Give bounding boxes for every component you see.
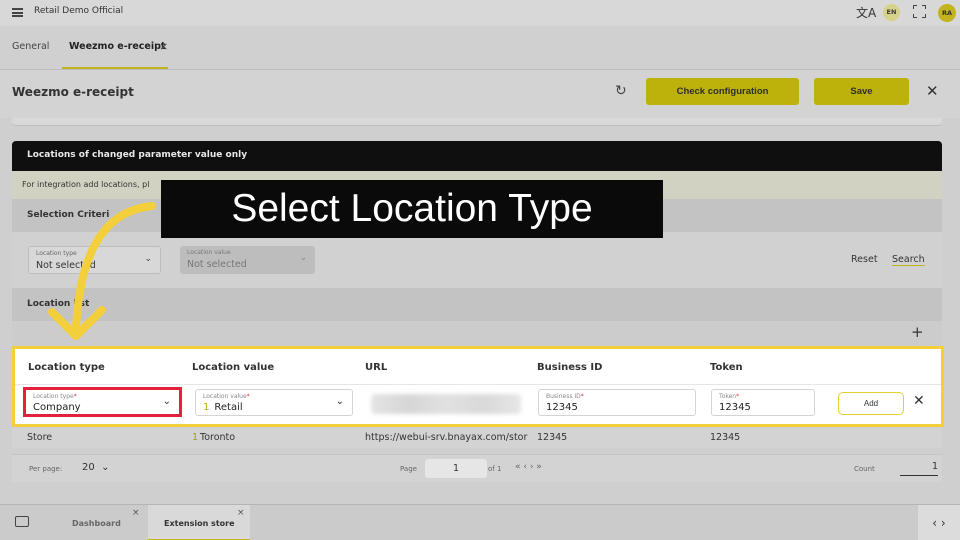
bottom-tab-dashboard[interactable]: Dashboard ×: [50, 505, 148, 540]
close-icon[interactable]: ✕: [913, 393, 925, 409]
tooltip-banner: Select Location Type: [161, 180, 663, 238]
location-list-header: Location list: [12, 288, 942, 321]
add-button[interactable]: Add: [838, 392, 904, 415]
divider: [15, 384, 941, 385]
filter-location-type[interactable]: Location type Not selected ⌄: [28, 246, 161, 274]
close-icon[interactable]: ×: [132, 508, 140, 518]
url-input-blurred[interactable]: [371, 394, 521, 414]
page-header: Weezmo e-receipt ↻ Check configuration S…: [0, 70, 960, 118]
section-header: Locations of changed parameter value onl…: [12, 141, 942, 171]
token-value: 12345: [719, 402, 751, 413]
filter-value-value: Not selected: [187, 259, 247, 270]
selection-criteria-label: Selection Criteri: [27, 210, 110, 220]
list-toolbar: [12, 321, 942, 346]
language-badge[interactable]: EN: [883, 4, 900, 21]
count-label: Count: [854, 465, 875, 473]
location-type-field-label: Location type*: [33, 393, 77, 400]
check-configuration-button[interactable]: Check configuration: [646, 78, 799, 105]
token-input[interactable]: Token* 12345: [711, 389, 815, 416]
refresh-icon[interactable]: ↻: [615, 83, 627, 99]
row-url: https://webui-srv.bnayax.com/stor: [365, 432, 528, 443]
pager-nav-icons[interactable]: « ‹ › »: [515, 462, 542, 472]
col-url: URL: [365, 362, 388, 373]
windows-icon[interactable]: [15, 516, 29, 527]
chevron-down-icon: ⌄: [144, 254, 152, 264]
tab-weezmo-e-receipt[interactable]: Weezmo e-receipt: [69, 41, 165, 52]
tab-close-icon[interactable]: ×: [159, 40, 168, 53]
bottom-tab-bar: Dashboard × Extension store × ‹ ›: [0, 504, 960, 540]
filter-location-value[interactable]: Location value Not selected ⌄: [180, 246, 315, 274]
business-id-value: 12345: [546, 402, 578, 413]
pagination: Per page: 20 ⌄ Page 1 of 1 « ‹ › » Count…: [12, 454, 942, 482]
menu-icon[interactable]: [12, 8, 23, 17]
chevron-down-icon: ⌄: [162, 396, 171, 407]
per-page-label: Per page:: [29, 465, 63, 473]
row-value-num: 1: [192, 432, 199, 443]
bottom-tab-extension-store[interactable]: Extension store ×: [148, 505, 250, 540]
chevron-down-icon: ⌄: [299, 253, 307, 263]
per-page-select[interactable]: 20 ⌄: [82, 462, 109, 473]
top-bar: Retail Demo Official 文A EN RA: [0, 0, 960, 26]
section-header-text: Locations of changed parameter value onl…: [27, 150, 248, 160]
row-type: Store: [27, 432, 53, 443]
card-edge: [12, 118, 942, 126]
page-label: Page: [400, 465, 417, 473]
avatar[interactable]: RA: [938, 4, 956, 22]
token-field-label: Token*: [719, 393, 740, 400]
translate-icon[interactable]: 文A: [856, 4, 876, 21]
page-title: Weezmo e-receipt: [12, 85, 134, 99]
add-icon[interactable]: +: [911, 323, 924, 341]
active-tab-indicator: [62, 67, 168, 69]
location-value-value: 1 Retail: [203, 402, 243, 413]
save-button[interactable]: Save: [814, 78, 909, 105]
location-value-select[interactable]: Location value* 1 Retail ⌄: [195, 389, 353, 416]
tab-scroll-arrows[interactable]: ‹ ›: [918, 505, 960, 540]
col-business-id: Business ID: [537, 362, 603, 373]
app-title: Retail Demo Official: [34, 6, 124, 16]
search-link[interactable]: Search: [892, 254, 925, 266]
info-text: For integration add locations, pl: [22, 180, 150, 189]
reset-link[interactable]: Reset: [851, 254, 878, 265]
filter-type-value: Not selected: [36, 260, 96, 271]
col-location-value: Location value: [192, 362, 275, 373]
location-type-select[interactable]: Location type* Company ⌄: [23, 387, 182, 417]
tab-general[interactable]: General: [12, 41, 49, 52]
business-id-field-label: Business ID*: [546, 393, 584, 400]
location-type-value: Company: [33, 402, 81, 413]
page-of: of 1: [488, 465, 502, 473]
chevron-down-icon: ⌄: [335, 396, 344, 407]
tab-bar: General Weezmo e-receipt ×: [0, 26, 960, 70]
row-business-id: 12345: [537, 432, 568, 443]
tooltip-text: Select Location Type: [231, 187, 593, 230]
table-row[interactable]: Store 1 Toronto https://webui-srv.bnayax…: [12, 428, 942, 448]
location-value-field-label: Location value*: [203, 393, 250, 400]
business-id-input[interactable]: Business ID* 12345: [538, 389, 696, 416]
count-value: 1: [900, 461, 938, 476]
close-icon[interactable]: ✕: [926, 82, 939, 100]
fullscreen-icon[interactable]: [913, 5, 926, 18]
filter-type-label: Location type: [36, 250, 77, 257]
close-icon[interactable]: ×: [237, 508, 245, 518]
row-value-text: Toronto: [200, 432, 236, 443]
col-token: Token: [710, 362, 743, 373]
location-table-highlight: Location type Location value URL Busines…: [12, 346, 944, 427]
page-input[interactable]: 1: [425, 459, 487, 478]
row-token: 12345: [710, 432, 741, 443]
location-list-label: Location list: [27, 299, 90, 309]
filter-value-label: Location value: [187, 249, 231, 256]
col-location-type: Location type: [28, 362, 105, 373]
criteria-area: Location type Not selected ⌄ Location va…: [12, 232, 942, 288]
